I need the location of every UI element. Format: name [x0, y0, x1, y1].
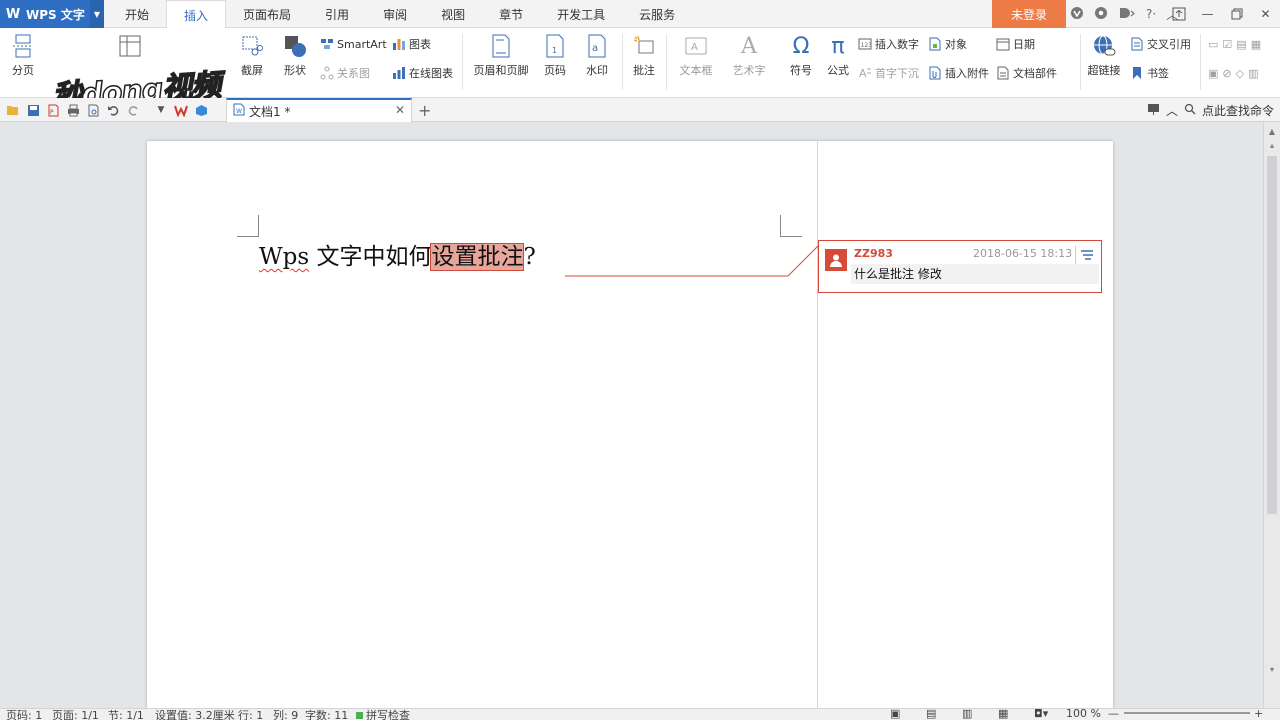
view-full-screen-icon[interactable]: ▣	[890, 709, 900, 720]
status-bar: 页码: 1 页面: 1/1 节: 1/1 设置值: 3.2厘米 行: 1 列: …	[0, 708, 1280, 720]
spellcheck-indicator-icon	[356, 712, 363, 719]
comment-timestamp: 2018-06-15 18:13	[973, 247, 1073, 260]
zoom-in-icon[interactable]: +	[1254, 709, 1263, 720]
user-avatar-icon	[825, 249, 847, 271]
eye-protect-icon[interactable]: ◘▾	[1034, 709, 1048, 720]
scroll-up-icon[interactable]: ▲	[1264, 124, 1280, 138]
status-section[interactable]: 节: 1/1	[108, 709, 144, 720]
view-web-icon[interactable]: ▦	[998, 709, 1008, 720]
status-word-count[interactable]: 字数: 11	[305, 709, 348, 720]
status-col[interactable]: 列: 9	[273, 709, 298, 720]
status-row[interactable]: 行: 1	[238, 709, 263, 720]
scroll-page-up-icon[interactable]: ▴	[1264, 138, 1280, 152]
comment-menu-icon[interactable]	[1075, 246, 1097, 264]
view-page-icon[interactable]: ▤	[926, 709, 936, 720]
comment-text-input[interactable]: 什么是批注 修改	[851, 264, 1099, 284]
zoom-level[interactable]: 100 %	[1066, 709, 1101, 720]
scroll-page-down-icon[interactable]: ▾	[1264, 662, 1280, 676]
status-setting[interactable]: 设置值: 3.2厘米	[155, 709, 235, 720]
spellcheck-label: 拼写检查	[366, 709, 410, 720]
comment-connector-line	[565, 245, 819, 277]
status-pages[interactable]: 页面: 1/1	[52, 709, 99, 720]
comment-balloon[interactable]: ZZ983 2018-06-15 18:13 什么是批注 修改	[818, 240, 1102, 293]
zoom-slider[interactable]	[1124, 712, 1250, 714]
status-spellcheck[interactable]: 拼写检查	[356, 709, 410, 720]
view-outline-icon[interactable]: ▥	[962, 709, 972, 720]
zoom-out-icon[interactable]: —	[1108, 709, 1119, 720]
comment-author: ZZ983	[854, 247, 893, 260]
scrollbar-thumb[interactable]	[1267, 156, 1277, 514]
vertical-scrollbar[interactable]: ▲ ▴ ▾	[1263, 122, 1280, 708]
status-page-num[interactable]: 页码: 1	[6, 709, 42, 720]
